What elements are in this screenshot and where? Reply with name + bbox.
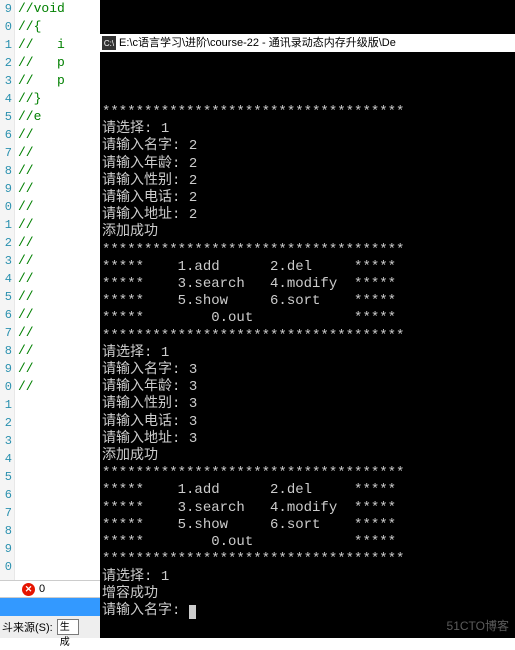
output-source-label: 斗来源(S):: [2, 619, 53, 635]
code-editor[interactable]: 901 234 567 890 123 456 789 012 345 678 …: [0, 0, 100, 638]
ide-bottom-panel: ✕ 0 斗来源(S): 生成: [0, 580, 100, 638]
code-line[interactable]: //: [18, 288, 34, 306]
code-line[interactable]: //: [18, 270, 34, 288]
code-line[interactable]: //: [18, 378, 34, 396]
code-line[interactable]: //: [18, 198, 34, 216]
code-line[interactable]: //: [18, 162, 34, 180]
console-window[interactable]: C:\ E:\c语言学习\进阶\course-22 - 通讯录动态内存升级版\D…: [100, 0, 515, 638]
code-line[interactable]: //: [18, 324, 34, 342]
code-line[interactable]: // p: [18, 54, 65, 72]
code-line[interactable]: //: [18, 234, 34, 252]
code-line[interactable]: //: [18, 144, 34, 162]
output-source-dropdown[interactable]: 生成: [57, 619, 79, 635]
error-icon: ✕: [22, 583, 35, 596]
code-line[interactable]: //{: [18, 18, 41, 36]
error-count: 0: [39, 583, 45, 595]
code-line[interactable]: // i: [18, 36, 65, 54]
selected-list-item[interactable]: [0, 598, 100, 616]
code-line[interactable]: //}: [18, 90, 41, 108]
code-line[interactable]: //: [18, 360, 34, 378]
code-line[interactable]: //: [18, 126, 34, 144]
code-line[interactable]: //: [18, 252, 34, 270]
code-line[interactable]: //: [18, 306, 34, 324]
code-line[interactable]: //void: [18, 0, 65, 18]
line-number-gutter: 901 234 567 890 123 456 789 012 345 678 …: [0, 0, 15, 638]
code-line[interactable]: //: [18, 342, 34, 360]
code-line[interactable]: //: [18, 180, 34, 198]
code-line[interactable]: //: [18, 216, 34, 234]
text-cursor: [189, 605, 196, 619]
console-icon: C:\: [102, 36, 116, 50]
console-title-path: E:\c语言学习\进阶\course-22 - 通讯录动态内存升级版\De: [119, 35, 396, 52]
console-output: ************************************ 请选择…: [100, 87, 515, 620]
code-line[interactable]: //e: [18, 108, 41, 126]
watermark: 51CTO博客: [447, 617, 509, 634]
console-titlebar[interactable]: C:\ E:\c语言学习\进阶\course-22 - 通讯录动态内存升级版\D…: [100, 34, 515, 52]
code-line[interactable]: // p: [18, 72, 65, 90]
error-list-row[interactable]: ✕ 0: [0, 580, 100, 598]
output-toolbar: 斗来源(S): 生成: [0, 616, 100, 638]
